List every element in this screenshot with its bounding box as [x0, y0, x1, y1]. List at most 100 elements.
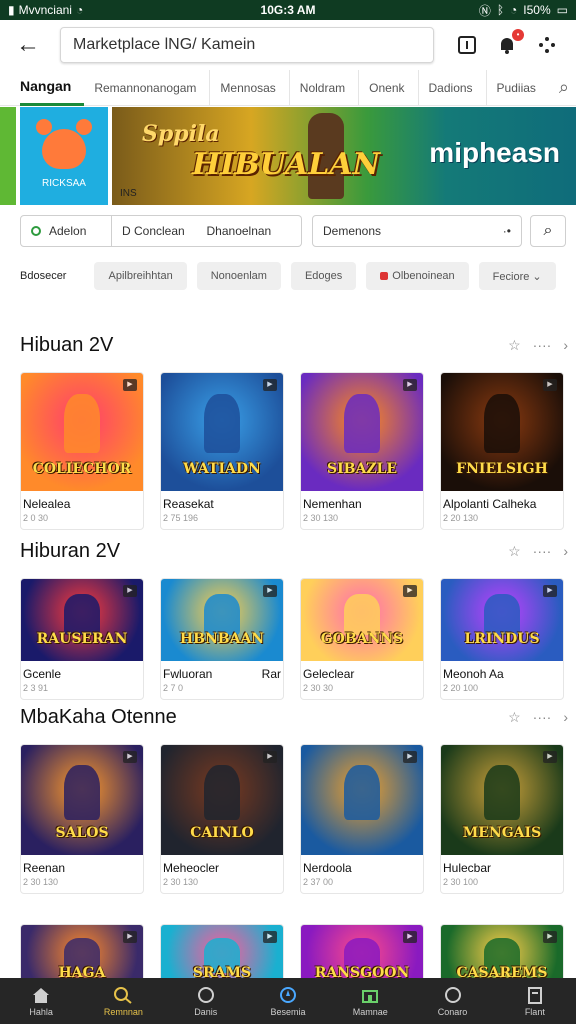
chevron-right-icon[interactable]: › [563, 543, 568, 559]
card-title: Fwluoran [163, 667, 213, 681]
banner-title: HIBUALAN [192, 147, 381, 182]
dropdown-value: Demenons [323, 224, 382, 238]
star-icon[interactable]: ☆ [508, 709, 521, 726]
game-card[interactable]: ▶ WATIADN Reasekat 2 75 196 [160, 372, 284, 530]
nav-circle[interactable]: Danis [165, 978, 247, 1024]
card-name-row: Fwluoran Rar [161, 661, 283, 681]
play-badge-icon: ▶ [543, 379, 557, 391]
nav-circle-label: Danis [194, 1006, 218, 1017]
game-thumbnail[interactable]: ▶ COLIECHOR [21, 373, 143, 491]
game-thumbnail[interactable]: ▶ FNIELSIGH [441, 373, 563, 491]
promo-banner[interactable]: RICKSAA Sppila HIBUALAN mipheasn INS [0, 107, 576, 205]
tab-search-icon[interactable]: ⌕ [559, 77, 569, 98]
character-figure [63, 394, 101, 454]
game-card[interactable]: ▶ FNIELSIGH Alpolanti Calheka 2 20 130 [440, 372, 564, 530]
banner-main[interactable]: Sppila HIBUALAN mipheasn INS [112, 107, 576, 205]
nav-compass[interactable]: Besemia [247, 978, 329, 1024]
game-card[interactable]: ▶ HBNBAAN Fwluoran Rar 2 7 0 [160, 578, 284, 700]
card-title: Nerdoola [303, 861, 352, 875]
nav-news[interactable]: Flant [494, 978, 576, 1024]
tab-5[interactable]: Dadions [429, 69, 487, 106]
nav-compass-label: Besemia [270, 1006, 306, 1017]
game-thumbnail[interactable]: ▶ SIBAZLE [301, 373, 423, 491]
star-icon[interactable]: ☆ [508, 337, 521, 354]
radio-filter[interactable]: Adelon [20, 215, 112, 247]
tab-3[interactable]: Noldram [300, 69, 360, 106]
chip-2[interactable]: Edoges [290, 262, 357, 290]
segment-filter[interactable]: D Conclean Dhanoelnan [112, 215, 302, 247]
chip-1[interactable]: Nonoenlam [196, 262, 281, 290]
segment-a[interactable]: D Conclean [122, 224, 207, 238]
tab-4[interactable]: Onenk [369, 69, 419, 106]
game-thumbnail[interactable]: ▶ SALOS [21, 745, 143, 855]
star-icon[interactable]: ☆ [508, 543, 521, 560]
search-input[interactable]: Marketplace lNG/ Kamein [60, 27, 434, 63]
tab-6[interactable]: Pudiias [497, 70, 549, 106]
game-thumbnail[interactable]: ▶ RAUSERAN [21, 579, 143, 661]
game-thumbnail[interactable]: ▶ MENGAIS [441, 745, 563, 855]
game-card[interactable]: ▶ LRINDUS Meonoh Aa 2 20 100 [440, 578, 564, 700]
card-name-row: Gcenle [21, 661, 143, 681]
dropdown-filter[interactable]: Demenons ·• [312, 215, 522, 247]
segment-b[interactable]: Dhanoelnan [207, 224, 292, 238]
more-icon[interactable]: ···· [533, 543, 552, 559]
play-badge-icon: ▶ [263, 751, 277, 763]
character-figure [63, 593, 101, 635]
nav-home[interactable]: Hahla [0, 978, 82, 1024]
game-card[interactable]: ▶ COLIECHOR Nelealea 2 0 30 [20, 372, 144, 530]
tab-1[interactable]: Remannonanogam [94, 69, 211, 106]
bluetooth-icon: ᛒ [496, 3, 505, 17]
play-badge-icon: ▶ [123, 931, 137, 943]
tab-0[interactable]: Nangan [20, 70, 85, 106]
game-thumbnail[interactable]: ▶ GOBANNS [301, 579, 423, 661]
more-icon[interactable]: ···· [533, 709, 552, 725]
thumbnail-caption: LRINDUS [464, 631, 540, 647]
card-meta: 2 3 91 [23, 683, 49, 693]
chip-0[interactable]: Apilbreihhtan [94, 262, 187, 290]
nav-search[interactable]: Remnnan [82, 978, 164, 1024]
game-card[interactable]: ▶ SALOS Reenan 2 30 130 [20, 744, 144, 894]
chip-3[interactable]: Olbenoinean [366, 262, 469, 290]
filter-search-button[interactable]: ⌕ [530, 215, 566, 247]
nav-store[interactable]: Mamnae [329, 978, 411, 1024]
search-icon [114, 986, 133, 1004]
chip-row: Bdosecer Apilbreihhtan Nonoenlam Edoges … [20, 262, 576, 290]
chevron-right-icon[interactable]: › [563, 337, 568, 353]
game-card[interactable]: ▶ MENGAIS Hulecbar 2 30 100 [440, 744, 564, 894]
tab-2[interactable]: Mennosas [220, 69, 290, 106]
card-name-row: Hulecbar [441, 855, 563, 875]
chip-4[interactable]: Feciore ⌄ [478, 262, 556, 290]
thumbnail-caption: WATIADN [183, 461, 261, 477]
back-button[interactable]: ← [10, 27, 46, 63]
nav-profile[interactable]: Conaro [411, 978, 493, 1024]
mascot-icon [36, 119, 92, 169]
game-thumbnail[interactable]: ▶ [301, 745, 423, 855]
card-title: Geleclear [303, 667, 355, 681]
chevron-right-icon[interactable]: › [563, 709, 568, 725]
more-icon[interactable]: ···· [533, 337, 552, 353]
more-options-button[interactable] [536, 34, 558, 56]
category-tabs: Nangan Remannonanogam Mennosas Noldram O… [0, 69, 576, 106]
character-figure [203, 394, 241, 454]
info-button[interactable] [456, 34, 478, 56]
banner-small-card[interactable]: RICKSAA [20, 107, 108, 205]
card-title: Hulecbar [443, 861, 492, 875]
character-figure [203, 764, 241, 820]
play-badge-icon: ▶ [543, 931, 557, 943]
game-thumbnail[interactable]: ▶ HBNBAAN [161, 579, 283, 661]
nav-news-label: Flant [524, 1006, 545, 1017]
game-card[interactable]: ▶ CAINLO Meheocler 2 30 130 [160, 744, 284, 894]
character-figure [483, 593, 521, 635]
filter-bar: Adelon D Conclean Dhanoelnan Demenons ·•… [20, 214, 566, 248]
search-input-value: Marketplace lNG/ Kamein [73, 36, 256, 53]
game-card[interactable]: ▶ Nerdoola 2 37 00 [300, 744, 424, 894]
game-card[interactable]: ▶ GOBANNS Geleclear 2 30 30 [300, 578, 424, 700]
notifications-button[interactable]: • [496, 29, 524, 56]
game-card[interactable]: ▶ RAUSERAN Gcenle 2 3 91 [20, 578, 144, 700]
game-card[interactable]: ▶ SIBAZLE Nemenhan 2 30 130 [300, 372, 424, 530]
game-thumbnail[interactable]: ▶ LRINDUS [441, 579, 563, 661]
card-meta: 2 30 100 [443, 877, 479, 887]
game-thumbnail[interactable]: ▶ WATIADN [161, 373, 283, 491]
game-thumbnail[interactable]: ▶ CAINLO [161, 745, 283, 855]
section-actions: ☆ ···· › [508, 543, 568, 560]
